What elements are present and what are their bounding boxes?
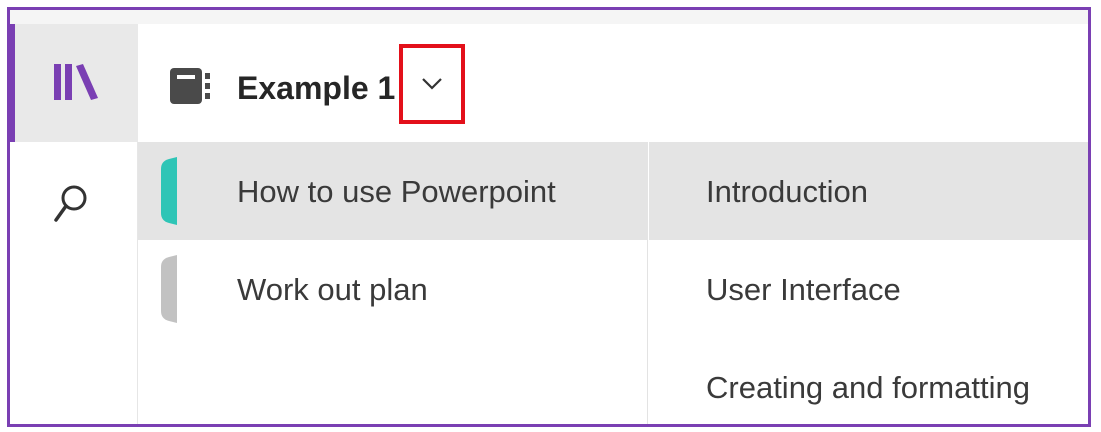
page-label: Introduction [706,174,868,209]
onenote-window: Example 1 How to use Powerpoint Work out… [7,7,1091,427]
sections-list: How to use Powerpoint Work out plan [138,142,648,424]
notebook-icon [170,68,210,104]
search-icon[interactable] [54,184,88,224]
section-item[interactable]: Work out plan [138,240,648,338]
section-label: Work out plan [237,272,428,307]
top-strip [10,10,1088,24]
active-indicator [10,24,15,142]
page-item[interactable]: Introduction [649,142,1088,240]
notebooks-nav-button[interactable] [10,24,138,142]
chevron-down-icon [422,78,442,90]
library-icon [54,64,98,100]
page-item[interactable]: User Interface [649,240,1088,338]
pages-list: Introduction User Interface Creating and… [649,142,1088,424]
page-label: User Interface [706,272,901,307]
navigation-rail [10,24,138,424]
notebook-dropdown-button[interactable] [399,44,465,124]
section-tab-icon [161,157,177,225]
page-item[interactable]: Creating and formatting [649,338,1088,424]
section-label: How to use Powerpoint [237,174,556,209]
notebook-header: Example 1 [138,24,1088,142]
section-tab-icon [161,255,177,323]
page-label: Creating and formatting [706,370,1030,405]
section-item[interactable]: How to use Powerpoint [138,142,648,240]
notebook-title[interactable]: Example 1 [237,68,395,108]
